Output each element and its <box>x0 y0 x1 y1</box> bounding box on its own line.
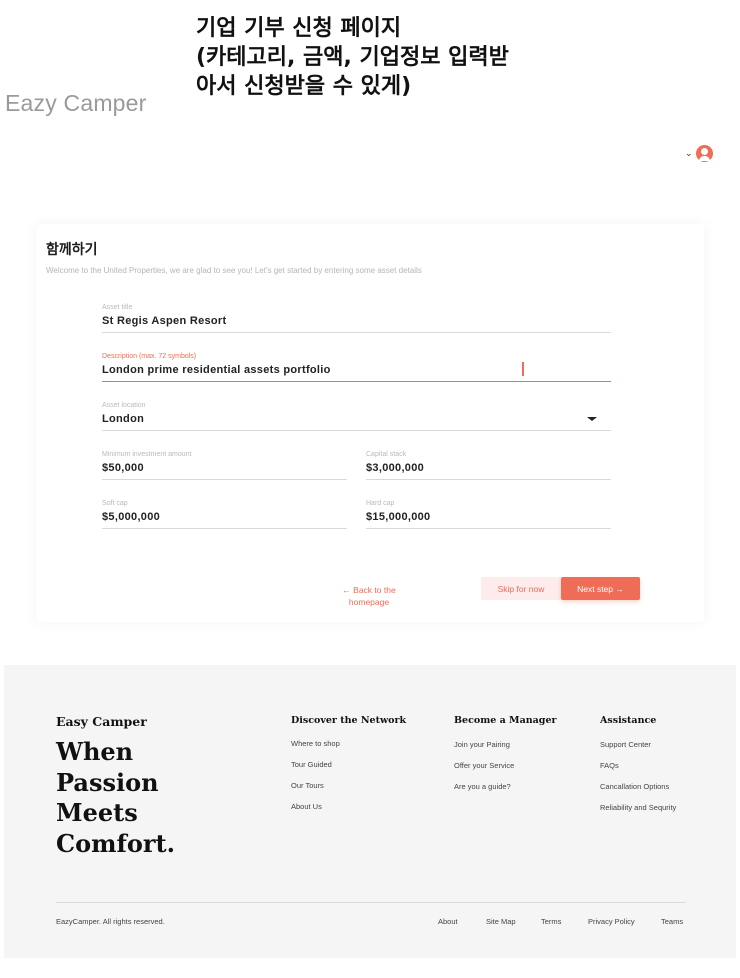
slogan-line: When <box>56 737 134 766</box>
back-link-line: homepage <box>348 597 390 607</box>
asset-title-label: Asset title <box>102 304 133 311</box>
annotation-line: 기업 기부 신청 페이지 <box>196 16 402 41</box>
user-avatar-icon <box>695 145 713 162</box>
soft-cap-value[interactable]: $5,000,000 <box>102 511 160 523</box>
form-subtitle: Welcome to the United Properties, we are… <box>46 266 422 275</box>
footer-link[interactable]: FAQs <box>600 761 619 770</box>
capital-stack-label: Capital stack <box>366 451 407 458</box>
description-label: Description (max. 72 symbols) <box>102 353 197 360</box>
back-link-line: ← Back to the <box>342 585 396 595</box>
footer-bottom-link-privacy[interactable]: Privacy Policy <box>588 917 635 926</box>
footer-link[interactable]: Our Tours <box>291 781 324 790</box>
footer-link[interactable]: Where to shop <box>291 739 340 748</box>
footer-link[interactable]: Offer your Service <box>454 761 514 770</box>
asset-location-select[interactable]: Asset location London <box>102 402 611 431</box>
footer-link[interactable]: Cancallation Options <box>600 782 669 791</box>
page-annotation: 기업 기부 신청 페이지 (카테고리, 금액, 기업정보 입력받 아서 신청받을… <box>196 14 616 101</box>
slogan-line: Passion <box>56 767 159 797</box>
footer-col-title: Assistance <box>600 715 657 726</box>
back-to-homepage-link[interactable]: ← Back to the homepage <box>329 584 409 608</box>
capital-stack-field[interactable]: Capital stack $3,000,000 <box>366 451 611 480</box>
asset-form-card: 함께하기 Welcome to the United Properties, w… <box>36 224 704 622</box>
slogan-line: Comfort. <box>56 828 175 858</box>
footer-link[interactable]: Are you a guide? <box>454 782 511 791</box>
asset-location-value[interactable]: London <box>102 413 144 425</box>
hard-cap-field[interactable]: Hard cap $15,000,000 <box>366 500 611 529</box>
footer-bottom-link-about[interactable]: About <box>438 917 458 926</box>
footer-link[interactable]: Tour Guided <box>291 760 332 769</box>
skip-button[interactable]: Skip for now <box>481 577 561 600</box>
soft-cap-field[interactable]: Soft cap $5,000,000 <box>102 500 347 529</box>
footer-bottom-link-teams[interactable]: Teams <box>661 917 683 926</box>
hard-cap-value[interactable]: $15,000,000 <box>366 511 430 523</box>
footer-link[interactable]: Reliability and Sequrity <box>600 803 676 812</box>
capital-stack-value[interactable]: $3,000,000 <box>366 462 424 474</box>
footer-link[interactable]: Join your Pairing <box>454 740 510 749</box>
footer-brand[interactable]: Easy Camper <box>56 714 147 729</box>
footer-bottom-link-terms[interactable]: Terms <box>541 917 561 926</box>
annotation-line: 아서 신청받을 수 있게) <box>196 74 412 99</box>
slogan-line: Meets <box>56 798 138 827</box>
footer: Easy Camper When Passion Meets Comfort. … <box>4 665 736 958</box>
description-field[interactable]: Description (max. 72 symbols) London pri… <box>102 353 611 382</box>
asset-location-label: Asset location <box>102 402 146 409</box>
min-investment-label: Minimum investment amount <box>102 451 192 458</box>
footer-col-title: Become a Manager <box>454 715 557 726</box>
footer-slogan: When Passion Meets Comfort. <box>56 737 216 859</box>
footer-link[interactable]: About Us <box>291 802 322 811</box>
min-investment-field[interactable]: Minimum investment amount $50,000 <box>102 451 347 480</box>
footer-bottom-link-sitemap[interactable]: Site Map <box>486 917 516 926</box>
description-value[interactable]: London prime residential assets portfoli… <box>102 364 331 376</box>
user-menu[interactable]: ⌄ <box>685 145 713 162</box>
chevron-down-icon: ⌄ <box>685 148 693 159</box>
footer-divider <box>56 902 686 903</box>
next-step-button[interactable]: Next step → <box>561 577 640 600</box>
footer-link[interactable]: Support Center <box>600 740 651 749</box>
min-investment-value[interactable]: $50,000 <box>102 462 144 474</box>
text-cursor <box>522 362 524 376</box>
footer-col-title: Discover the Network <box>291 715 407 726</box>
soft-cap-label: Soft cap <box>102 500 128 507</box>
annotation-line: (카테고리, 금액, 기업정보 입력받 <box>196 45 509 70</box>
form-title: 함께하기 <box>46 242 98 258</box>
hard-cap-label: Hard cap <box>366 500 395 507</box>
asset-title-field[interactable]: Asset title St Regis Aspen Resort <box>102 304 611 333</box>
logo[interactable]: Eazy Camper <box>5 90 147 117</box>
caret-down-icon[interactable] <box>587 417 597 421</box>
copyright: EazyCamper. All rights reserved. <box>56 917 165 926</box>
asset-title-value[interactable]: St Regis Aspen Resort <box>102 315 226 327</box>
